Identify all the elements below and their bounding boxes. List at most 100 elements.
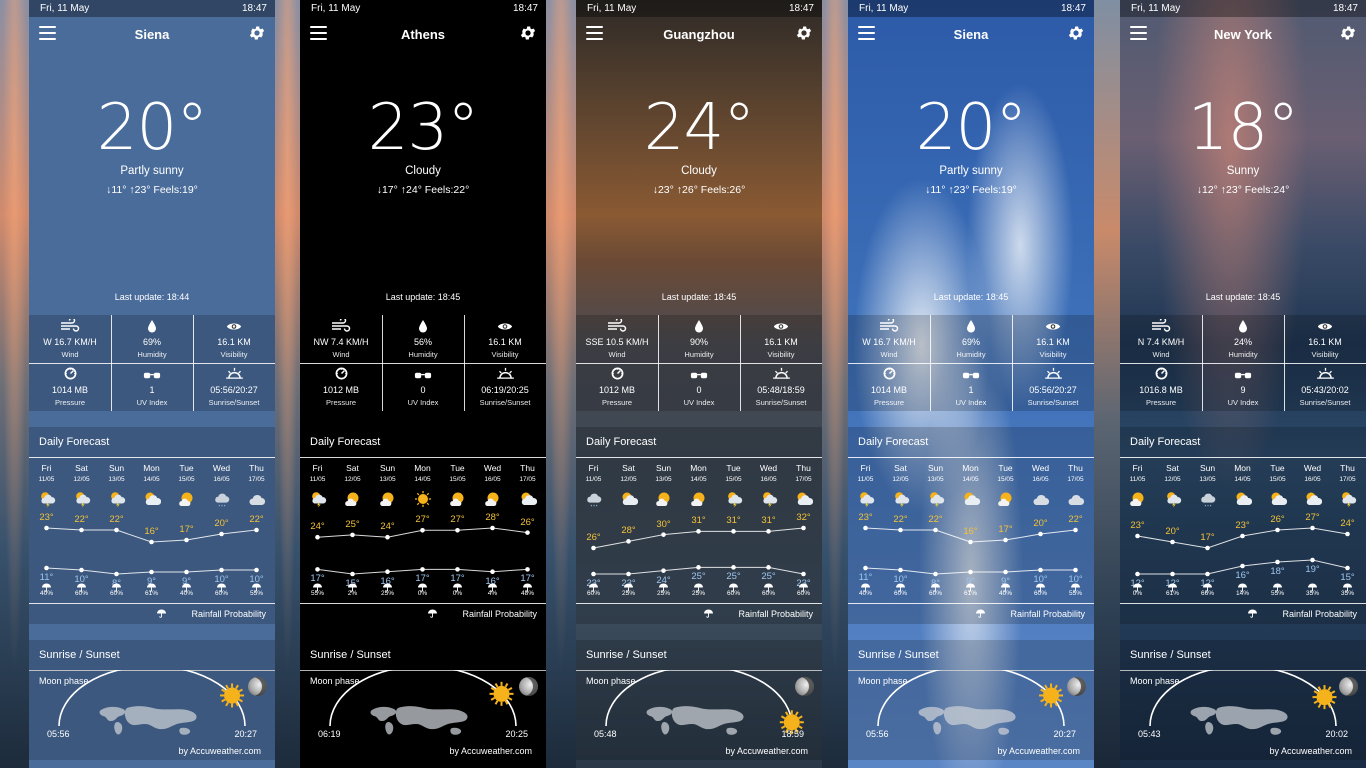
daily-forecast[interactable]: Fri11/0523°12°0%Sat12/0520°12°61%Sun13/0…	[1120, 458, 1366, 604]
umbrella-icon	[1167, 579, 1178, 592]
partly-cloudy-icon	[795, 490, 814, 506]
rain-probability: 60%	[928, 590, 942, 597]
day-name: Wed	[759, 463, 778, 473]
partly-cloudy-icon	[962, 490, 981, 506]
partly-cloudy-icon	[143, 490, 162, 506]
status-time: 18:47	[1332, 3, 1358, 14]
detail-uv: 9 UV Index	[1202, 363, 1284, 411]
high-temp: 31°	[726, 515, 741, 527]
day-date: 12/05	[1164, 476, 1181, 483]
cloudy-icon	[248, 490, 266, 506]
umbrella-icon	[41, 579, 52, 592]
city-title[interactable]: Siena	[848, 27, 1094, 42]
high-temp: 16°	[963, 526, 978, 537]
umbrella-icon	[146, 579, 157, 592]
day-date: 15/05	[997, 476, 1014, 483]
gear-icon[interactable]	[248, 24, 266, 42]
day-name: Sat	[894, 463, 907, 473]
accuweather-credit-link[interactable]: by Accuweather.com	[1269, 746, 1352, 756]
visibility-icon	[740, 319, 822, 333]
city-title[interactable]: Guangzhou	[576, 27, 822, 42]
detail-label: Pressure	[601, 398, 632, 407]
daily-forecast[interactable]: Fri11/0526°23°60%Sat12/0528°23°25%Sun13/…	[576, 458, 822, 604]
sunny-cloud-icon	[379, 490, 397, 506]
divider	[29, 363, 275, 364]
accuweather-credit-link[interactable]: by Accuweather.com	[997, 746, 1080, 756]
day-date: 17/05	[1339, 476, 1356, 483]
umbrella-icon	[930, 579, 941, 592]
detail-humidity: 24% Humidity	[1202, 315, 1284, 363]
umbrella-icon	[181, 579, 192, 592]
sunrise-icon	[193, 367, 275, 381]
details-grid: SSE 10.5 KM/H Wind 90% Humidity 16.1 KM Visib…	[576, 315, 822, 411]
status-date: Fri, 11 May	[859, 3, 909, 14]
sunrise-time: 06:19	[318, 729, 341, 739]
day-date: 11/05	[857, 476, 874, 483]
daily-forecast[interactable]: Fri11/0524°17°55%Sat12/0525°15°2%Sun13/0…	[300, 458, 546, 604]
current-temperature: 20°	[96, 91, 208, 165]
detail-label: UV Index	[1227, 398, 1259, 407]
humidity-icon	[111, 319, 193, 333]
detail-label: Wind	[1152, 350, 1170, 359]
day-date: 13/05	[108, 476, 125, 483]
high-temp: 31°	[761, 515, 776, 527]
day-date: 12/05	[73, 476, 90, 483]
day-name: Tue	[450, 463, 465, 473]
accuweather-credit-link[interactable]: by Accuweather.com	[449, 746, 532, 756]
detail-humidity: 90% Humidity	[658, 315, 740, 363]
day-name: Mon	[962, 463, 979, 473]
accuweather-credit-link[interactable]: by Accuweather.com	[178, 746, 261, 756]
rain-probability: 60%	[726, 590, 740, 597]
world-map-icon	[918, 706, 1016, 735]
forecast-day-sat: Sat12/0525°15°2%	[335, 458, 370, 604]
forecast-day-mon: Mon 14/05 31° 25° 25%	[681, 458, 716, 604]
accuweather-credit-link[interactable]: by Accuweather.com	[725, 746, 808, 756]
phone-screen-guangzhou: Fri, 11 May 18:47 Guangzhou 24° Cloudy ↓23° ↑…	[576, 0, 822, 768]
wind-icon	[848, 317, 930, 333]
day-name: Wed	[483, 463, 502, 473]
rainfall-label: Rainfall Probability	[1282, 609, 1357, 619]
city-title[interactable]: New York	[1120, 27, 1366, 42]
day-date: 17/05	[1067, 476, 1084, 483]
sunrise-sunset-title: Sunrise / Sunset	[310, 649, 391, 661]
day-name: Sun	[655, 463, 672, 473]
forecast-day-wed: Wed 16/05 31° 25° 60%	[751, 458, 786, 604]
day-name: Mon	[414, 463, 431, 473]
temperature-range: ↓12° ↑23° Feels:24°	[1196, 184, 1290, 196]
pressure-icon	[1120, 367, 1202, 381]
detail-label: Wind	[61, 350, 79, 359]
current-condition: Sunny	[1226, 165, 1260, 177]
high-temp: 23°	[39, 512, 54, 523]
gear-icon[interactable]	[519, 24, 537, 42]
city-title[interactable]: Siena	[29, 27, 275, 42]
current-temperature: 18°	[1187, 91, 1299, 165]
day-date: 11/05	[1129, 476, 1146, 483]
phone-screen-athens: Fri, 11 May 18:47 Athens 23° Cloudy ↓17° ↑24°…	[300, 0, 546, 768]
status-bar: Fri, 11 May 18:47	[1120, 0, 1366, 17]
detail-label: UV Index	[407, 398, 439, 407]
app-bar: New York	[1120, 17, 1366, 53]
rain-probability: 60%	[586, 590, 600, 597]
detail-value: 69%	[961, 337, 980, 347]
detail-sunrise: 05:56/20:27 Sunrise/Sunset	[193, 363, 275, 411]
city-title[interactable]: Athens	[300, 27, 546, 42]
phone-screen-siena2: Fri, 11 May 18:47 Siena 20° Partly sunny ↓11°…	[848, 0, 1094, 768]
detail-sunrise: 05:48/18:59 Sunrise/Sunset	[740, 363, 822, 411]
moon-phase-label: Moon phase	[39, 676, 89, 686]
gear-icon[interactable]	[1067, 24, 1085, 42]
forecast-day-fri: Fri 11/05 24° 17° 55%	[300, 458, 335, 604]
rain-probability: 0%	[417, 590, 428, 597]
gear-icon[interactable]	[795, 24, 813, 42]
day-date: 13/05	[379, 476, 396, 483]
sunny-cloud-icon	[178, 490, 196, 506]
daily-forecast[interactable]: Fri 11/05 23° 11° 40% Sat 12/05 22° 10° 60% Sun 13/…	[848, 458, 1094, 604]
detail-wind: NW 7.4 KM/H Wind	[300, 315, 382, 363]
detail-value: 1016.8 MB	[1139, 385, 1183, 395]
forecast-day-sun: Sun13/0522°8°60%	[918, 458, 953, 604]
daily-forecast[interactable]: Fri 11/05 23° 11° 40% Sat 12/05 22° 10° 60% Sun 13/…	[29, 458, 275, 604]
gear-icon[interactable]	[1339, 24, 1357, 42]
wallpaper-gutter-2	[546, 0, 576, 768]
high-temp: 17°	[179, 524, 194, 535]
umbrella-icon	[1132, 579, 1143, 592]
detail-value: 24%	[1233, 337, 1252, 347]
